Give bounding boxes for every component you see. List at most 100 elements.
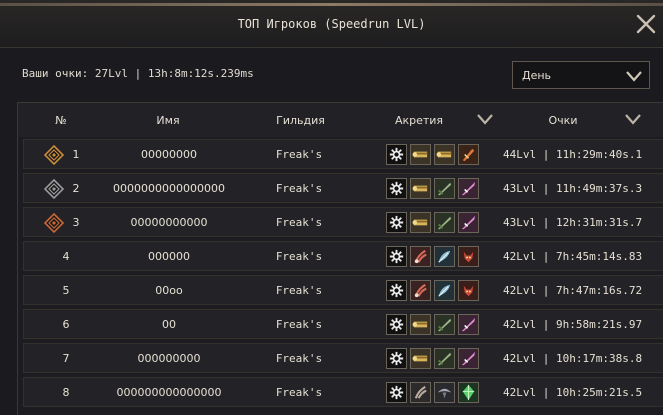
rune-icon[interactable] [386,212,407,233]
column-header-score: Очки [548,114,578,127]
crystal-green-icon[interactable] [458,382,479,403]
rank-medal-icon [44,213,64,233]
table-header: № Имя Гильдия Акретия Очки [18,103,663,137]
close-button[interactable] [634,12,658,36]
blade-green-icon[interactable] [434,314,455,335]
row-accretion-icons [386,178,482,200]
blade-green-icon[interactable] [434,348,455,369]
feather-blue-icon[interactable] [434,280,455,301]
scroll-gold-icon[interactable] [410,348,431,369]
window-title: ТОП Игроков (Speedrun LVL) [237,17,426,31]
table-row[interactable]: 2 0000000000000000 Freak's 43Lvl | 11h:49m:… [23,173,663,203]
row-guild: Freak's [275,284,323,297]
scroll-gold-icon[interactable] [410,212,431,233]
claw-red-icon[interactable] [410,246,431,267]
title-bar: ТОП Игроков (Speedrun LVL) [0,0,663,48]
row-rank: 8 [62,386,70,399]
row-rank: 1 [72,148,80,161]
rune-icon[interactable] [386,280,407,301]
row-score: 42Lvl | 7h:45m:14s.83 [503,250,643,263]
row-guild: Freak's [275,216,323,229]
title-bar-edge [0,3,663,6]
row-guild: Freak's [275,386,323,399]
sword-pink-icon[interactable] [458,348,479,369]
table-row[interactable]: 5 00oo Freak's 42Lvl | 7h:47m:16s.72 [23,275,663,305]
row-player-name: 00000000 [141,148,197,161]
claw-grey-icon[interactable] [410,382,431,403]
period-selected-value: День [522,69,552,82]
rank-medal-icon [44,179,64,199]
row-player-name: 000000000 [137,352,201,365]
rune-icon[interactable] [386,246,407,267]
chevron-down-icon [626,71,642,82]
row-rank: 2 [72,182,80,195]
row-rank: 3 [72,216,80,229]
sword-pink-icon[interactable] [458,178,479,199]
row-player-name: 000000 [148,250,190,263]
row-guild: Freak's [275,318,323,331]
row-accretion-icons [386,144,482,166]
row-player-name: 00oo [155,284,183,297]
row-score: 42Lvl | 10h:25m:21s.5 [503,386,643,399]
demon-red-icon[interactable] [458,280,479,301]
blade-green-icon[interactable] [434,212,455,233]
row-score: 42Lvl | 10h:17m:38s.8 [503,352,643,365]
dagger-orange-icon[interactable] [458,144,479,165]
sort-score-icon[interactable] [624,111,642,127]
row-accretion-icons [386,246,482,268]
column-header-name: Имя [156,114,180,127]
row-accretion-icons [386,280,482,302]
sort-accretion-icon[interactable] [476,111,494,127]
row-rank: 7 [62,352,70,365]
sword-pink-icon[interactable] [458,314,479,335]
table-row[interactable]: 8 000000000000000 Freak's 42Lvl | 10h:25m:2… [23,377,663,407]
row-guild: Freak's [275,250,323,263]
table-row[interactable]: 1 00000000 Freak's 44Lvl | 11h:29m:40s.1 [23,139,663,169]
sword-pink-icon[interactable] [458,212,479,233]
row-player-name: 000000000000000 [116,386,222,399]
scroll-gold-icon[interactable] [410,178,431,199]
row-player-name: 0000000000000000 [113,182,225,195]
rune-icon[interactable] [386,178,407,199]
row-score: 42Lvl | 7h:47m:16s.72 [503,284,643,297]
table-row[interactable]: 6 00 Freak's 42Lvl | 9h:58m:21s.97 [23,309,663,339]
rank-medal-icon [44,145,64,165]
row-accretion-icons [386,348,482,370]
scroll-gold-icon[interactable] [410,314,431,335]
feather-blue-icon[interactable] [434,246,455,267]
row-rank: 6 [62,318,70,331]
leaderboard-table: № Имя Гильдия Акретия Очки 1 00000000 Frea… [17,102,663,415]
column-header-accretion: Акретия [394,114,444,127]
column-header-guild: Гильдия [276,114,325,127]
row-score: 43Lvl | 11h:49m:37s.3 [503,182,643,195]
scroll-gold-icon[interactable] [410,144,431,165]
table-row[interactable]: 7 000000000 Freak's 42Lvl | 10h:17m:38s.8 [23,343,663,373]
rune-icon[interactable] [386,314,407,335]
row-accretion-icons [386,212,482,234]
table-row[interactable]: 4 000000 Freak's 42Lvl | 7h:45m:14s.83 [23,241,663,271]
period-dropdown[interactable]: День [512,61,650,89]
scroll-gold-icon[interactable] [434,144,455,165]
row-player-name: 00000000000 [130,216,208,229]
row-accretion-icons [386,314,482,336]
demon-red-icon[interactable] [458,246,479,267]
table-row[interactable]: 3 00000000000 Freak's 43Lvl | 12h:31m:31s.7 [23,207,663,237]
close-icon [636,14,656,34]
blade-green-icon[interactable] [434,178,455,199]
claw-red-icon[interactable] [410,280,431,301]
row-rank: 4 [62,250,70,263]
my-score: Ваши очки: 27Lvl | 13h:8m:12s.239ms [22,67,254,80]
row-accretion-icons [386,382,482,404]
row-rank: 5 [62,284,70,297]
bird-grey-icon[interactable] [434,382,455,403]
rune-icon[interactable] [386,144,407,165]
row-player-name: 00 [162,318,176,331]
row-score: 42Lvl | 9h:58m:21s.97 [503,318,643,331]
row-guild: Freak's [275,352,323,365]
row-guild: Freak's [275,148,323,161]
row-score: 44Lvl | 11h:29m:40s.1 [503,148,643,161]
row-score: 43Lvl | 12h:31m:31s.7 [503,216,643,229]
rune-icon[interactable] [386,348,407,369]
rune-icon[interactable] [386,382,407,403]
column-header-rank: № [55,114,67,127]
